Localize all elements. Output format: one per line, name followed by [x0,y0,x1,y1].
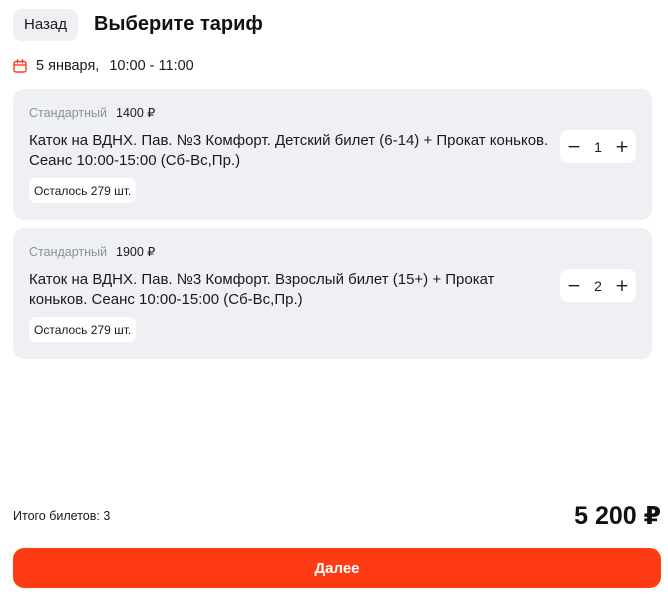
tickets-count: Итого билетов: 3 [13,509,111,523]
session-datetime: 5 января, 10:00 - 11:00 [13,56,194,76]
session-date: 5 января, [36,58,100,74]
back-button[interactable]: Назад [13,8,78,41]
tariff-price: 1400 ₽ [116,106,156,120]
remaining-badge: Осталось 279 шт. [29,317,137,342]
tariff-meta: Стандартный 1400 ₽ [29,105,155,120]
tariff-tier: Стандартный [29,106,107,120]
quantity-stepper: − 2 + [560,269,636,302]
decrement-button[interactable]: − [566,137,582,157]
total-price: 5 200 ₽ [574,502,661,530]
decrement-button[interactable]: − [566,276,582,296]
tariff-card: Стандартный 1900 ₽ Каток на ВДНХ. Пав. №… [13,228,652,359]
tariff-description: Каток на ВДНХ. Пав. №3 Комфорт. Взрослый… [29,271,495,308]
calendar-icon [13,59,27,73]
order-summary: Итого билетов: 3 5 200 ₽ [13,500,661,532]
next-button[interactable]: Далее [13,548,661,588]
tariff-card: Стандартный 1400 ₽ Каток на ВДНХ. Пав. №… [13,89,652,220]
quantity-value: 2 [594,277,602,294]
increment-button[interactable]: + [614,137,630,157]
header: Назад Выберите тариф [13,8,263,41]
session-time: 10:00 - 11:00 [109,58,194,74]
tariff-meta: Стандартный 1900 ₽ [29,244,155,259]
page-title: Выберите тариф [93,13,263,35]
tariff-price: 1900 ₽ [116,245,156,259]
quantity-stepper: − 1 + [560,130,636,163]
quantity-value: 1 [594,138,602,155]
tariff-tier: Стандартный [29,245,107,259]
tariff-description: Каток на ВДНХ. Пав. №3 Комфорт. Детский … [29,132,549,169]
remaining-badge: Осталось 279 шт. [29,178,137,203]
increment-button[interactable]: + [614,276,630,296]
